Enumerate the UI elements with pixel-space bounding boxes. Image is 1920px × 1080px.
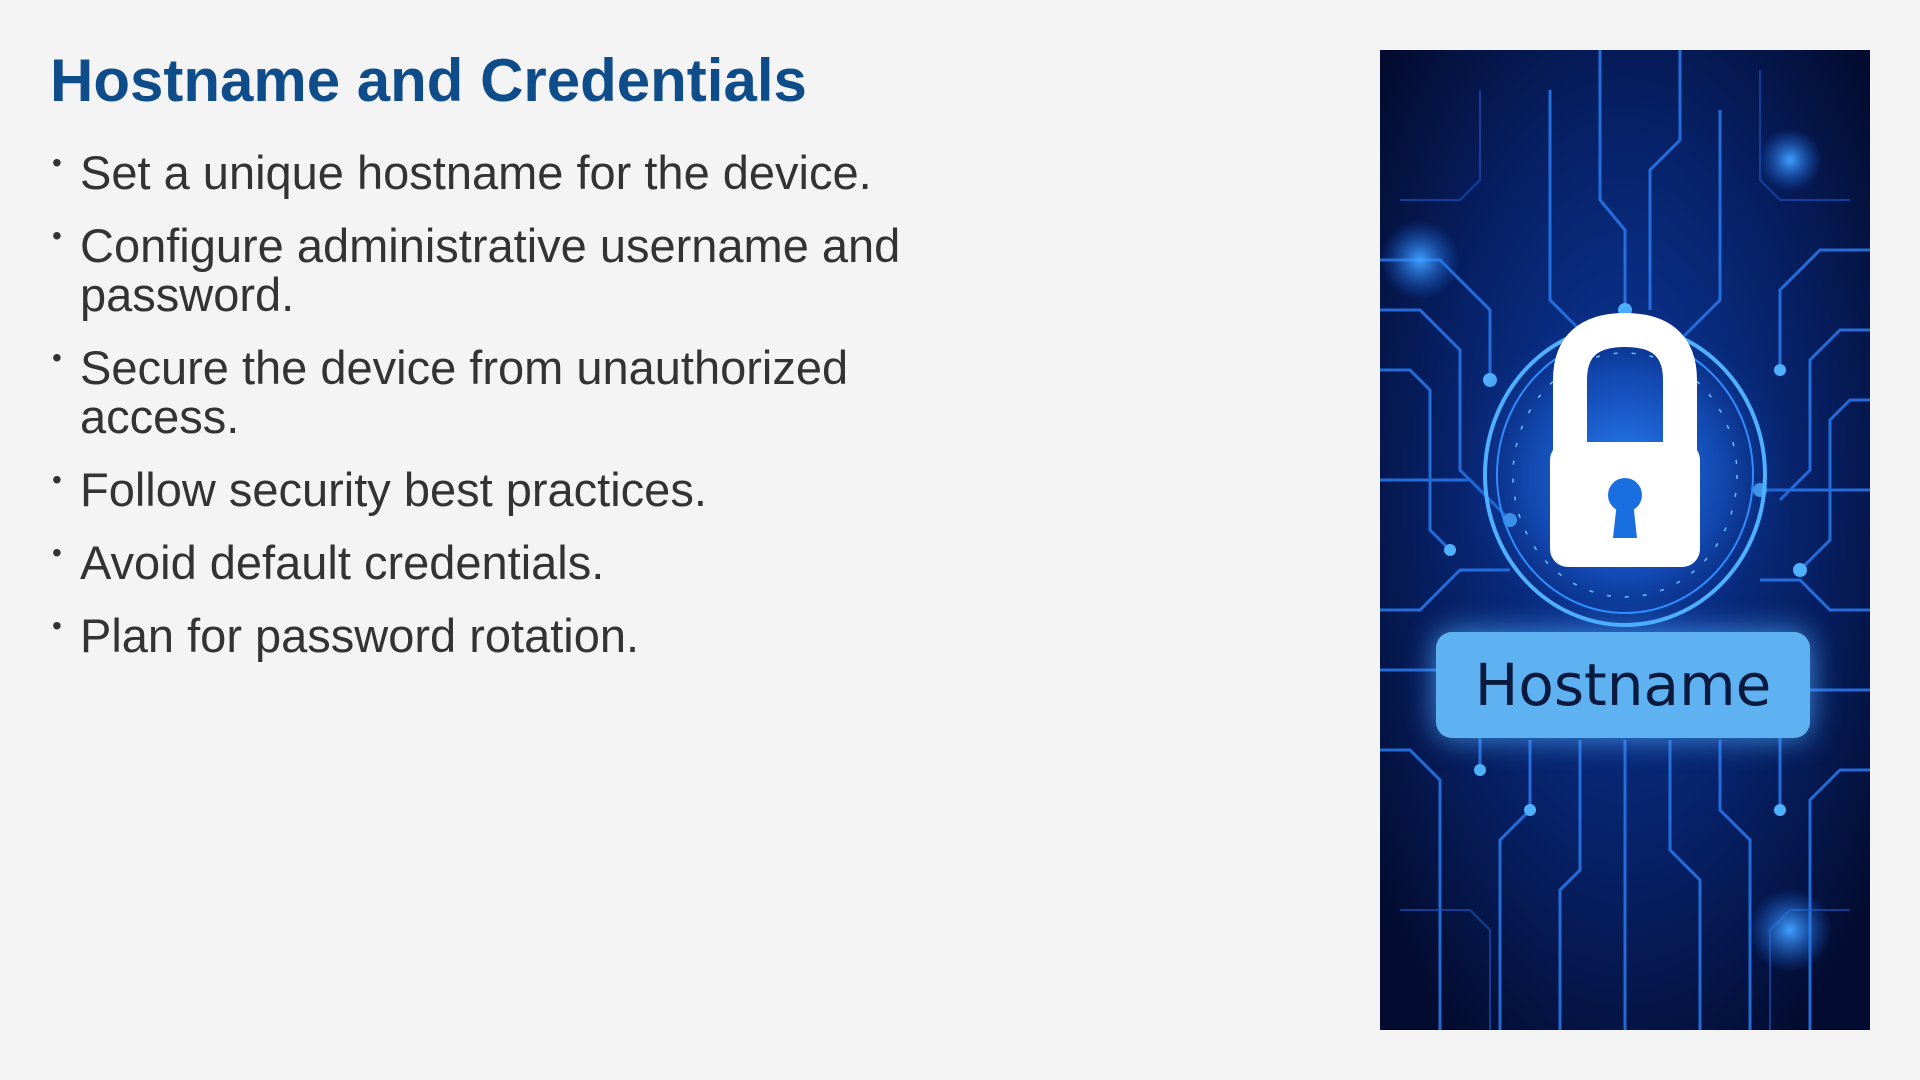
bullet-item: • Plan for password rotation. — [50, 609, 950, 662]
bullet-icon: • — [52, 464, 62, 495]
bullet-text: Follow security best practices. — [80, 463, 707, 516]
bullet-list: • Set a unique hostname for the device. … — [50, 148, 950, 684]
bullet-text: Secure the device from unauthorized acce… — [80, 341, 849, 443]
hostname-badge: Hostname — [1436, 632, 1810, 738]
bullet-text: Configure administrative username and pa… — [80, 219, 901, 321]
bullet-icon: • — [52, 220, 62, 251]
bullet-item: • Avoid default credentials. — [50, 536, 950, 589]
bullet-item: • Set a unique hostname for the device. — [50, 146, 950, 199]
bullet-item: • Secure the device from unauthorized ac… — [50, 341, 950, 443]
security-illustration: Hostname — [1380, 50, 1870, 1030]
bullet-text: Avoid default credentials. — [80, 536, 605, 589]
bullet-icon: • — [52, 342, 62, 373]
slide-title: Hostname and Credentials — [50, 47, 807, 114]
bullet-icon: • — [52, 537, 62, 568]
padlock-icon — [1550, 312, 1700, 567]
hostname-badge-label: Hostname — [1474, 651, 1772, 719]
bullet-icon: • — [52, 610, 62, 641]
bullet-icon: • — [52, 147, 62, 178]
bullet-item: • Follow security best practices. — [50, 463, 950, 516]
bullet-item: • Configure administrative username and … — [50, 219, 950, 321]
bullet-text: Plan for password rotation. — [80, 609, 640, 662]
bullet-text: Set a unique hostname for the device. — [80, 146, 872, 199]
slide: Hostname and Credentials • Set a unique … — [0, 0, 1920, 1080]
